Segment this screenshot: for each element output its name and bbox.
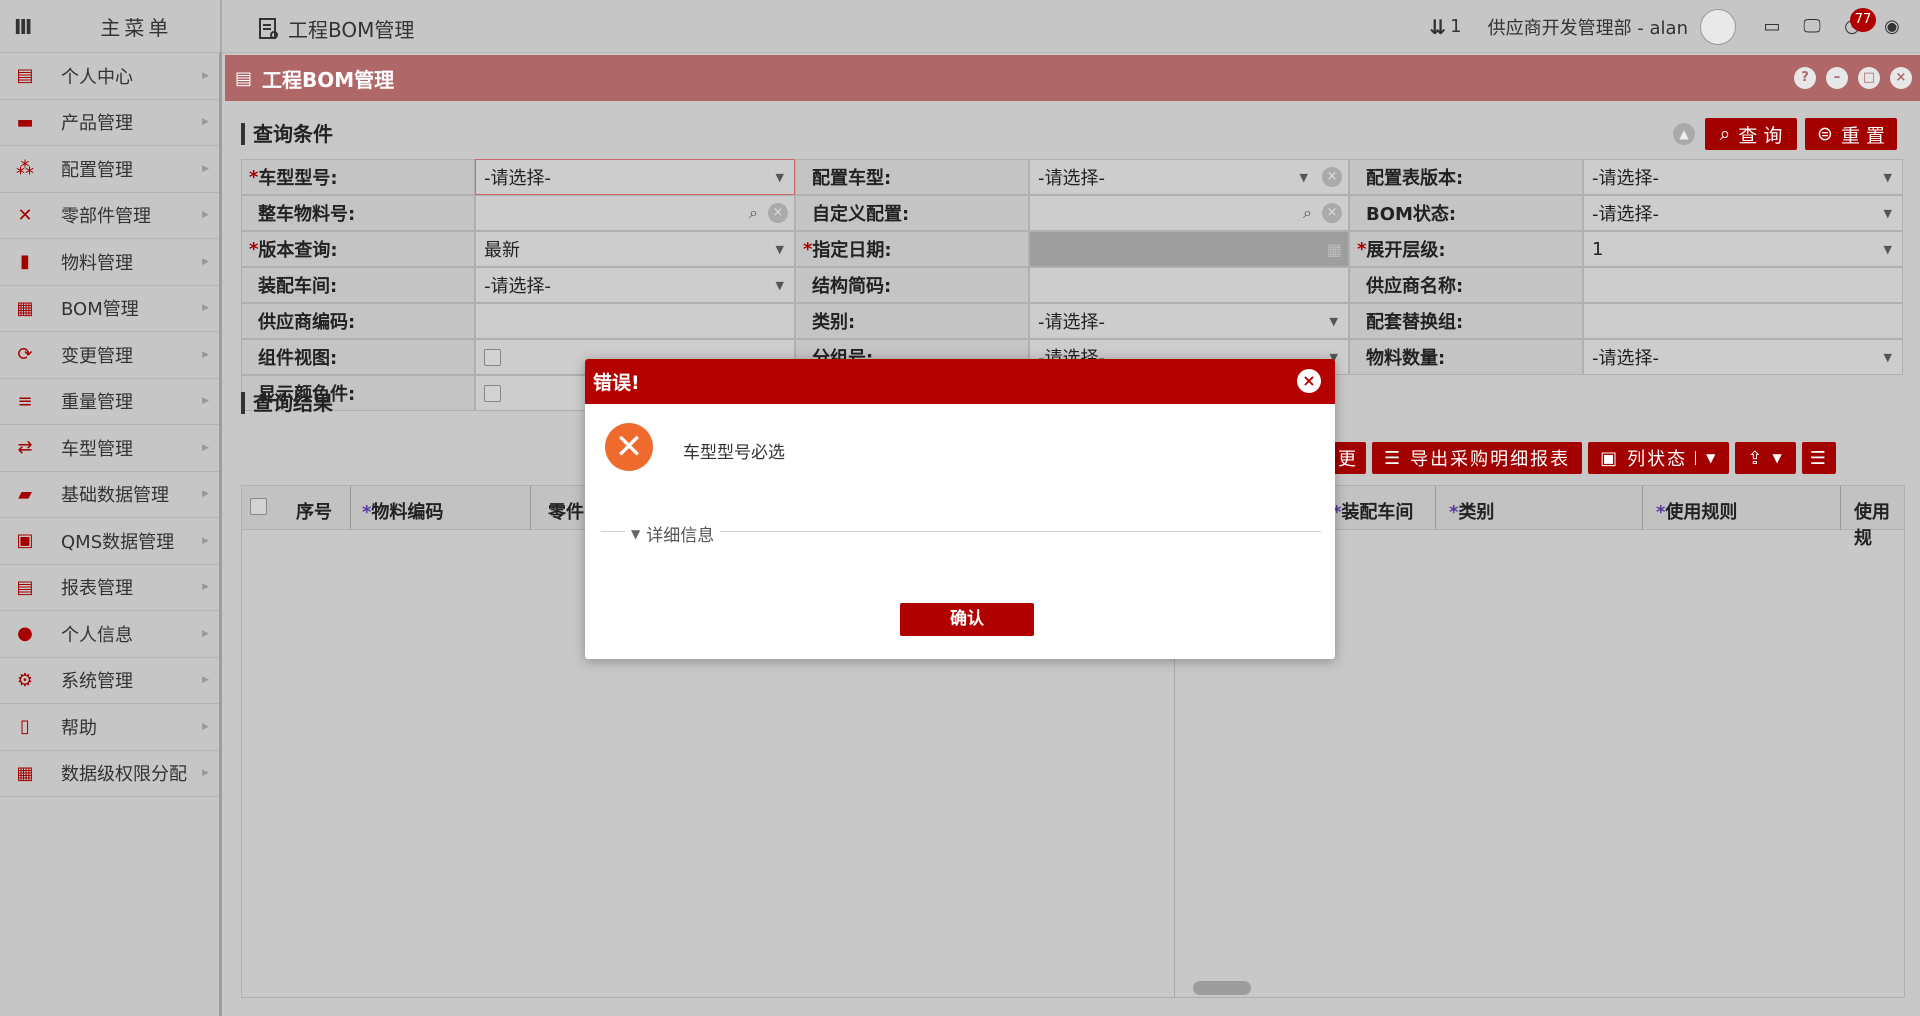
error-message: 车型型号必选 [683,443,785,463]
close-icon[interactable]: × [1297,369,1321,393]
confirm-button[interactable]: 确认 [900,603,1034,636]
details-toggle[interactable]: ▼ 详细信息 [625,521,721,546]
error-icon: ✕ [605,423,653,471]
dialog-header: 错误! × [585,359,1335,404]
dialog-title: 错误! [593,372,640,394]
triangle-down-icon: ▼ [631,526,641,541]
error-dialog: 错误! × ✕ 车型型号必选 ▼ 详细信息 确认 [585,359,1335,659]
